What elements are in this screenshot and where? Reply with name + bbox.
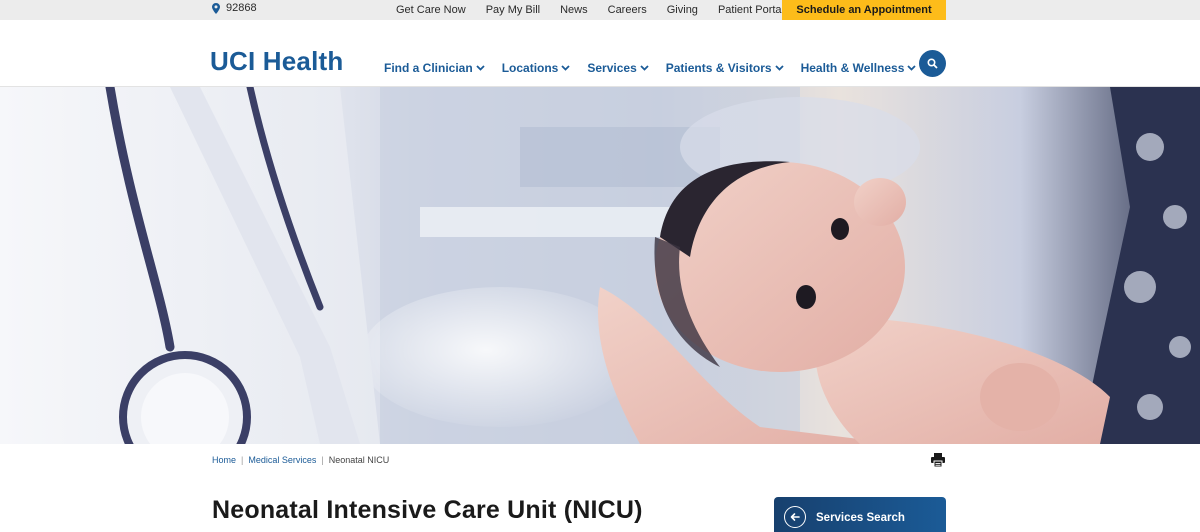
location-zip[interactable]: 92868 [212, 2, 257, 14]
link-giving[interactable]: Giving [667, 4, 698, 16]
print-icon [931, 453, 945, 468]
hero-image [0, 87, 1200, 444]
chevron-down-icon [774, 65, 784, 71]
back-circle [784, 506, 806, 528]
chevron-down-icon [640, 65, 649, 71]
arrow-left-icon [790, 513, 800, 521]
nav-label: Patients & Visitors [665, 61, 772, 75]
link-patient-portal[interactable]: Patient Portal [718, 4, 784, 16]
logo[interactable]: UCI Health [210, 48, 343, 74]
breadcrumb-separator: | [241, 455, 244, 465]
nav-services[interactable]: Services [587, 61, 649, 75]
nav-health-wellness[interactable]: Health & Wellness [801, 61, 917, 75]
chevron-down-icon [476, 65, 485, 71]
main-header: UCI Health Find a Clinician Locations Se… [0, 20, 1200, 87]
breadcrumb-medical-services[interactable]: Medical Services [248, 455, 316, 465]
nav-locations[interactable]: Locations [502, 61, 571, 75]
link-news[interactable]: News [560, 4, 588, 16]
nav-label: Services [587, 61, 637, 75]
search-icon [927, 58, 938, 69]
nav-label: Find a Clinician [384, 61, 473, 75]
breadcrumb-separator: | [321, 455, 324, 465]
utility-bar: 92868 Get Care Now Pay My Bill News Care… [0, 0, 1200, 20]
utility-links: Get Care Now Pay My Bill News Careers Gi… [396, 0, 784, 20]
schedule-appointment-button[interactable]: Schedule an Appointment [782, 0, 946, 20]
zip-code: 92868 [226, 2, 257, 14]
link-get-care-now[interactable]: Get Care Now [396, 4, 466, 16]
print-button[interactable] [930, 452, 946, 468]
breadcrumb-current: Neonatal NICU [328, 455, 390, 465]
page-title: Neonatal Intensive Care Unit (NICU) [212, 496, 643, 524]
breadcrumb: Home | Medical Services | Neonatal NICU [212, 455, 389, 465]
services-search-label: Services Search [816, 512, 905, 524]
search-button[interactable] [919, 50, 946, 77]
location-pin-icon [212, 2, 220, 14]
nav-label: Health & Wellness [800, 61, 905, 75]
link-careers[interactable]: Careers [608, 4, 647, 16]
nav-patients-visitors[interactable]: Patients & Visitors [666, 61, 784, 75]
services-search-button[interactable]: Services Search [774, 497, 946, 532]
breadcrumb-home[interactable]: Home [212, 455, 236, 465]
nav-label: Locations [501, 61, 559, 75]
hero-illustration [0, 87, 1200, 444]
nav-find-a-clinician[interactable]: Find a Clinician [384, 61, 485, 75]
main-nav: Find a Clinician Locations Services Pati… [384, 61, 917, 75]
chevron-down-icon [561, 65, 570, 71]
link-pay-my-bill[interactable]: Pay My Bill [486, 4, 540, 16]
chevron-down-icon [907, 65, 917, 71]
